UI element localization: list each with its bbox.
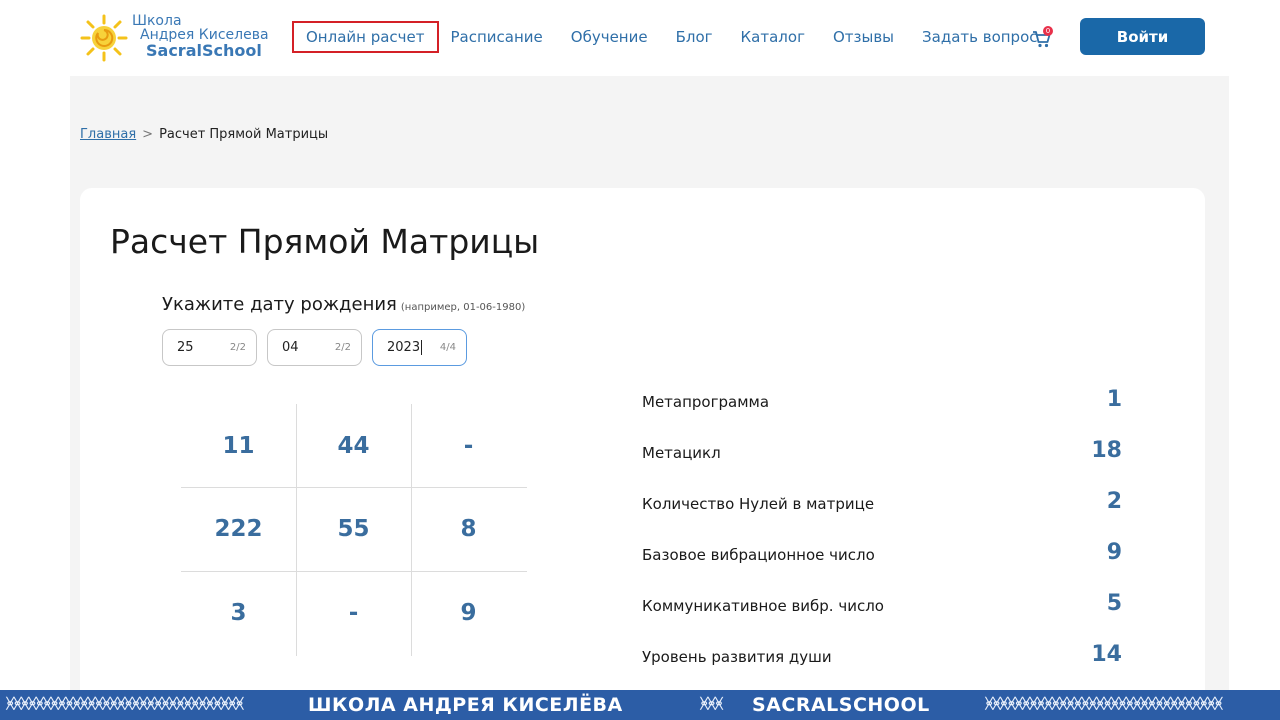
matrix-cell: -: [348, 600, 359, 626]
result-row: Количество Нулей в матрице 2: [642, 487, 1122, 538]
site-header: Школа Андрея Киселева SacralSchool Онлай…: [0, 0, 1280, 76]
page-title: Расчет Прямой Матрицы: [110, 222, 540, 261]
day-input[interactable]: 25 2/2: [162, 329, 257, 366]
nav-education[interactable]: Обучение: [571, 28, 648, 46]
matrix-divider: [181, 571, 527, 572]
breadcrumb: Главная > Расчет Прямой Матрицы: [80, 127, 328, 142]
cart-count-badge: 0: [1043, 26, 1053, 36]
ornament-pattern-mid: ᚸᚸᚸ: [700, 696, 723, 712]
footer-banner: ᚸᚸᚸᚸᚸᚸᚸᚸᚸᚸᚸᚸᚸᚸᚸᚸᚸᚸᚸᚸᚸᚸᚸᚸᚸᚸᚸᚸᚸᚸᚸᚸ ШКОЛА А…: [0, 690, 1280, 720]
matrix-cell: 222: [214, 516, 263, 542]
birthdate-hint: (например, 01-06-1980): [400, 302, 526, 313]
month-char-count: 2/2: [334, 342, 351, 353]
result-label: Базовое вибрационное число: [642, 546, 875, 564]
year-input[interactable]: 2023 4/4: [372, 329, 467, 366]
birthdate-label: Укажите дату рождения (например, 01-06-19…: [162, 294, 525, 315]
result-value: 9: [1106, 540, 1122, 565]
logo-line-1: Школа: [132, 13, 182, 29]
main-nav: Онлайн расчет Расписание Обучение Блог К…: [292, 20, 1066, 54]
matrix-cell: 55: [337, 516, 370, 542]
result-row: Уровень развития души 14: [642, 640, 1122, 691]
matrix-cell: 9: [460, 600, 477, 626]
breadcrumb-current: Расчет Прямой Матрицы: [159, 127, 329, 142]
matrix-cell: 11: [222, 433, 255, 459]
result-label: Уровень развития души: [642, 648, 832, 666]
nav-reviews[interactable]: Отзывы: [833, 28, 894, 46]
logo-line-2: Андрея Киселева: [140, 27, 269, 43]
breadcrumb-home-link[interactable]: Главная: [80, 127, 136, 142]
month-input[interactable]: 04 2/2: [267, 329, 362, 366]
result-label: Метапрограмма: [642, 393, 770, 411]
sun-logo-icon: [80, 14, 128, 62]
matrix-cell: -: [463, 433, 474, 459]
day-value: 25: [177, 340, 194, 355]
day-char-count: 2/2: [229, 342, 246, 353]
result-value: 1: [1106, 387, 1122, 412]
result-value: 14: [1091, 642, 1122, 667]
year-char-count: 4/4: [439, 342, 456, 353]
result-row: Метапрограмма 1: [642, 385, 1122, 436]
cart-button[interactable]: 0: [1032, 26, 1056, 50]
login-button[interactable]: Войти: [1080, 18, 1205, 55]
result-row: Базовое вибрационное число 9: [642, 538, 1122, 589]
result-label: Количество Нулей в матрице: [642, 495, 875, 513]
ornament-pattern-right: ᚸᚸᚸᚸᚸᚸᚸᚸᚸᚸᚸᚸᚸᚸᚸᚸᚸᚸᚸᚸᚸᚸᚸᚸᚸᚸᚸᚸᚸᚸᚸᚸ: [985, 696, 1223, 712]
ornament-pattern-left: ᚸᚸᚸᚸᚸᚸᚸᚸᚸᚸᚸᚸᚸᚸᚸᚸᚸᚸᚸᚸᚸᚸᚸᚸᚸᚸᚸᚸᚸᚸᚸᚸ: [6, 696, 244, 712]
result-row: Коммуникативное вибр. число 5: [642, 589, 1122, 640]
logo-line-3: SacralSchool: [146, 41, 262, 60]
nav-ask-question[interactable]: Задать вопрос: [922, 28, 1038, 46]
site-logo[interactable]: Школа Андрея Киселева SacralSchool: [80, 12, 275, 62]
matrix-divider: [181, 487, 527, 488]
nav-catalog[interactable]: Каталог: [741, 28, 805, 46]
matrix-cell: 8: [460, 516, 477, 542]
matrix-cell: 44: [337, 433, 370, 459]
nav-blog[interactable]: Блог: [676, 28, 713, 46]
matrix-cell: 3: [230, 600, 247, 626]
result-label: Коммуникативное вибр. число: [642, 597, 884, 615]
matrix-grid: 11 44 - 222 55 8 3 - 9: [181, 404, 527, 656]
result-value: 5: [1106, 591, 1122, 616]
birthdate-inputs: 25 2/2 04 2/2 2023 4/4: [162, 329, 477, 366]
footer-brand: SACRALSCHOOL: [752, 694, 930, 716]
nav-online-calc[interactable]: Онлайн расчет: [292, 21, 439, 53]
breadcrumb-separator: >: [142, 127, 154, 142]
logo-text: Школа Андрея Киселева SacralSchool: [132, 14, 269, 60]
result-value: 2: [1106, 489, 1122, 514]
footer-school-name: ШКОЛА АНДРЕЯ КИСЕЛЁВА: [308, 694, 623, 716]
result-label: Метацикл: [642, 444, 721, 462]
nav-schedule[interactable]: Расписание: [451, 28, 543, 46]
year-value: 2023: [387, 340, 423, 355]
result-row: Метацикл 18: [642, 436, 1122, 487]
result-value: 18: [1091, 438, 1122, 463]
month-value: 04: [282, 340, 299, 355]
birthdate-label-text: Укажите дату рождения: [162, 294, 397, 315]
results-list: Метапрограмма 1 Метацикл 18 Количество Н…: [642, 385, 1122, 691]
